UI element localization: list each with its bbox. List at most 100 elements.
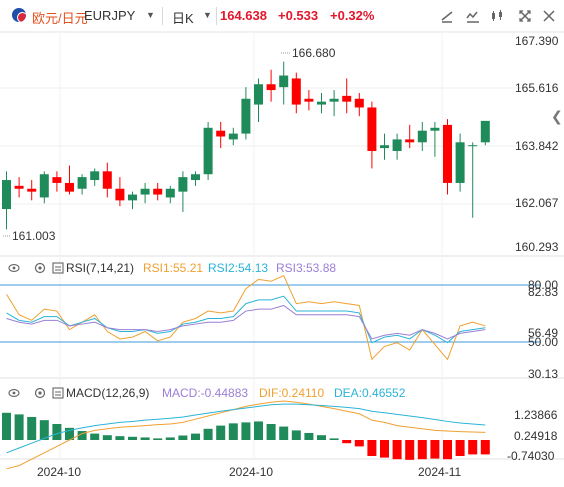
eye-icon[interactable] — [8, 389, 20, 397]
dea-value: DEA:0.46552 — [334, 386, 406, 400]
macd-bar — [291, 430, 301, 440]
gear-icon[interactable] — [34, 262, 46, 274]
macd-header: MACD(12,26,9) MACD:-0.44883 DIF:0.24110 … — [8, 386, 406, 400]
macd-bar — [317, 435, 326, 440]
macd-bar — [178, 435, 188, 440]
rsi-tick: 30.13 — [528, 367, 558, 381]
macd-bar — [90, 433, 100, 440]
price-tick: 165.616 — [515, 81, 559, 95]
candle-body — [443, 124, 452, 183]
candle-body — [342, 95, 352, 102]
macd-bar — [279, 426, 289, 440]
high-label: 166.680 — [292, 46, 336, 60]
macd-bar — [468, 440, 478, 455]
macd-tick: 1.23866 — [514, 408, 558, 422]
macd-bar — [405, 440, 415, 460]
macd-bar — [254, 421, 263, 440]
candle-body — [405, 139, 415, 143]
rsi-tick: 50.00 — [528, 335, 558, 349]
candle-body — [291, 78, 301, 105]
candle-body — [317, 101, 326, 105]
candle-body — [354, 98, 364, 108]
candle-body — [102, 171, 112, 189]
macd-bar — [329, 438, 339, 440]
candle-body — [266, 84, 276, 91]
macd-bar — [443, 440, 452, 460]
candle-body — [367, 107, 377, 152]
rsi-title: RSI(7,14,21) — [66, 261, 134, 275]
candle-body — [329, 98, 339, 102]
macd-bar — [342, 440, 352, 444]
candle-body — [468, 145, 478, 147]
price-tick: 162.067 — [515, 196, 559, 210]
candle-body — [254, 84, 263, 105]
settings-box-icon[interactable] — [52, 387, 64, 399]
eye-icon[interactable] — [8, 264, 20, 272]
macd-bar — [52, 424, 62, 440]
x-tick: 2024-11 — [418, 465, 461, 479]
candle-body — [455, 142, 465, 183]
rsi2-value: RSI2:54.13 — [208, 261, 268, 275]
macd-tick: -0.74030 — [507, 449, 555, 463]
candle-body — [430, 127, 440, 131]
candle-body — [228, 133, 238, 140]
macd-bar — [228, 423, 238, 440]
price-tick: 167.390 — [515, 34, 559, 48]
candle-body — [77, 177, 87, 189]
macd-bar — [102, 435, 112, 440]
candle-body — [216, 130, 226, 137]
candle-body — [380, 145, 389, 149]
rsi-line-rsi1 — [6, 275, 486, 361]
candle-body — [153, 188, 163, 195]
candle-body — [39, 174, 49, 198]
gear-icon[interactable] — [34, 387, 46, 399]
candle-body — [27, 188, 37, 192]
candle-body — [115, 188, 125, 201]
candle-body — [203, 127, 213, 175]
candle-body — [191, 174, 200, 181]
x-tick: 2024-10 — [229, 465, 273, 479]
candle-body — [90, 171, 100, 181]
macd-bar — [128, 436, 137, 440]
candle-body — [279, 75, 289, 88]
candle-body — [241, 98, 251, 134]
macd-bar — [203, 428, 213, 440]
candle-body — [165, 188, 175, 198]
macd-bar — [2, 412, 11, 440]
candle-body — [52, 177, 62, 183]
macd-bar — [165, 437, 175, 440]
macd-bar — [14, 414, 24, 440]
price-tick: 163.842 — [515, 139, 559, 153]
macd-bar — [304, 432, 314, 440]
candle-body — [304, 98, 314, 102]
macd-bar — [27, 416, 37, 440]
collapse-arrow-icon[interactable]: ❮ — [551, 108, 563, 125]
macd-bar — [367, 440, 377, 456]
macd-bar — [241, 422, 251, 440]
candle-body — [178, 177, 188, 192]
macd-bar — [455, 440, 465, 456]
price-tick: 160.293 — [515, 240, 559, 254]
candle-body — [417, 130, 427, 143]
chart-area[interactable]: 167.390 165.616 163.842 162.067 160.293 … — [0, 0, 564, 487]
macd-bar — [115, 436, 125, 440]
candle-body — [65, 182, 74, 192]
macd-bar — [392, 440, 402, 460]
macd-bar — [417, 440, 427, 460]
low-label: 161.003 — [12, 229, 56, 243]
macd-bar — [191, 433, 200, 440]
candle-body — [2, 180, 11, 210]
rsi-line-rsi2 — [6, 295, 486, 344]
candle-body — [140, 188, 150, 195]
settings-box-icon[interactable] — [52, 262, 64, 274]
candle-body — [480, 120, 490, 143]
rsi3-value: RSI3:53.88 — [276, 261, 336, 275]
dif-value: DIF:0.24110 — [259, 386, 324, 400]
macd-value: MACD:-0.44883 — [162, 386, 248, 400]
macd-bar — [153, 438, 163, 440]
x-tick: 2024-10 — [37, 465, 81, 479]
macd-bar — [140, 437, 150, 440]
candle-body — [392, 139, 402, 152]
rsi-tick: 82.83 — [528, 285, 558, 299]
rsi-header: RSI(7,14,21) RSI1:55.21 RSI2:54.13 RSI3:… — [8, 261, 336, 275]
